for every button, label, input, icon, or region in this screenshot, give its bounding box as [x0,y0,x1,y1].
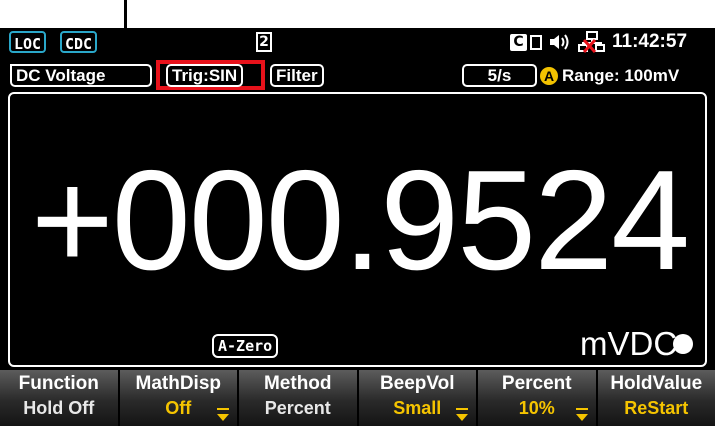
softkey-label: Method [263,373,332,394]
softkey-label: MathDisp [135,373,222,394]
cdc-badge: CDC [60,31,98,53]
softkey-beepvol[interactable]: BeepVol Small [356,370,476,426]
lan-disconnected-icon [578,31,605,53]
beep-speaker-icon [550,34,569,50]
dropdown-arrow-icon [456,408,468,421]
rate-tab[interactable]: 5/s [462,64,537,87]
softkey-percent[interactable]: Percent 10% [476,370,596,426]
c-badge: C [510,33,527,51]
softkey-holdvalue[interactable]: HoldValue ReStart [595,370,715,426]
function-tab[interactable]: DC Voltage [10,64,152,87]
trigger-dot-icon [673,334,693,354]
dropdown-arrow-icon [575,408,588,421]
trigger-tab[interactable]: Trig:SIN [166,64,244,87]
measurement-display: +000.9524 A-Zero mVDC [8,92,707,367]
measurement-reading: +000.9524 [30,141,690,300]
softkey-value: Hold Off [23,398,95,418]
measurement-unit: mVDC [580,325,678,362]
clock-time: 11:42:57 [612,31,688,52]
range-label: Range: 100mV [562,65,680,85]
softkey-label: Function [18,373,99,394]
softkey-method[interactable]: Method Percent [237,370,357,426]
loc-badge: LOC [9,31,47,53]
softkey-bar: Function Hold Off MathDisp Off Method Pe… [0,370,715,426]
card-icon [530,34,542,50]
softkey-label: BeepVol [379,373,455,394]
azero-indicator: A-Zero [212,334,279,358]
memory-slot-icon: 2 [256,32,272,52]
softkey-value: ReStart [624,398,689,418]
softkey-mathdisp[interactable]: MathDisp Off [117,370,237,426]
softkey-function[interactable]: Function Hold Off [0,370,118,426]
range-indicator: A Range: 100mV [540,63,679,88]
softkey-value: Percent [264,398,331,418]
filter-tab[interactable]: Filter [270,64,324,87]
auto-range-icon: A [540,66,558,85]
dropdown-arrow-icon [217,408,229,421]
status-icons: C [510,31,606,53]
softkey-label: Percent [501,373,572,394]
softkey-label: HoldValue [610,373,703,394]
